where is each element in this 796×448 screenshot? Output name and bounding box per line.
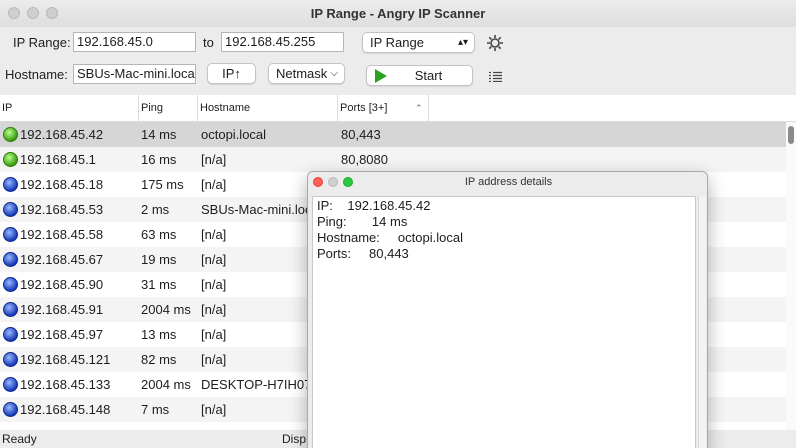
status-text: Ready: [2, 432, 37, 446]
window-titlebar: IP Range - Angry IP Scanner: [0, 0, 796, 27]
table-scrollbar-thumb[interactable]: [788, 126, 794, 144]
ip-details-dialog: IP address details IP: 192.168.45.42 Pin…: [307, 171, 708, 448]
column-header-ports-label: Ports [3+]: [340, 102, 388, 114]
ping-cell: 2004 ms: [141, 377, 191, 392]
ping-cell: 14 ms: [141, 127, 177, 142]
list-icon[interactable]: [489, 70, 502, 83]
detail-hostname-line: Hostname: octopi.local: [317, 230, 463, 245]
table-row[interactable]: 192.168.45.1 16 ms [n/a] 80,8080: [0, 147, 786, 172]
ping-cell: 16 ms: [141, 152, 177, 167]
close-window-button[interactable]: [8, 7, 20, 19]
dead-status-icon: [3, 377, 18, 392]
column-header-ping[interactable]: Ping: [139, 95, 198, 122]
window-title: IP Range - Angry IP Scanner: [310, 6, 486, 21]
ping-cell: 2 ms: [141, 202, 170, 217]
ip-cell: 192.168.45.91: [20, 302, 104, 317]
ping-cell: 31 ms: [141, 277, 177, 292]
dialog-title: IP address details: [464, 176, 553, 188]
chevron-down-icon: ⌵: [330, 68, 338, 79]
dialog-minimize-button[interactable]: [328, 177, 338, 187]
ip-cell: 192.168.45.97: [20, 327, 104, 342]
dead-status-icon: [3, 252, 18, 267]
gear-icon[interactable]: [486, 34, 504, 52]
netmask-select-value: Netmask: [276, 66, 328, 81]
details-text-area[interactable]: IP: 192.168.45.42 Ping: 14 ms Hostname: …: [312, 196, 696, 448]
ip-cell: 192.168.45.90: [20, 277, 104, 292]
dead-status-icon: [3, 302, 18, 317]
table-header: IP Ping Hostname Ports [3+] ⌃: [0, 95, 796, 122]
dead-status-icon: [3, 177, 18, 192]
dead-status-icon: [3, 277, 18, 292]
ip-cell: 192.168.45.18: [20, 177, 104, 192]
alive-status-icon: [3, 152, 18, 167]
to-label: to: [203, 35, 214, 50]
play-icon: [375, 69, 387, 83]
dead-status-icon: [3, 327, 18, 342]
zoom-window-button[interactable]: [46, 7, 58, 19]
details-scrollbar[interactable]: [698, 196, 706, 448]
column-header-ports[interactable]: Ports [3+] ⌃: [338, 95, 429, 122]
feeder-select-value: IP Range: [370, 35, 424, 50]
ping-cell: 7 ms: [141, 402, 170, 417]
netmask-select[interactable]: Netmask ⌵: [268, 63, 345, 84]
start-button-label: Start: [414, 68, 443, 83]
ping-cell: 63 ms: [141, 227, 177, 242]
column-header-ip[interactable]: IP: [0, 95, 139, 122]
ip-range-label: IP Range:: [13, 35, 71, 50]
ip-cell: 192.168.45.133: [20, 377, 111, 392]
ip-end-input[interactable]: 192.168.45.255: [221, 32, 344, 52]
ip-cell: 192.168.45.42: [20, 127, 104, 142]
status-display-text: Disp: [282, 432, 307, 446]
dead-status-icon: [3, 227, 18, 242]
hostname-label: Hostname:: [5, 67, 68, 82]
hostname-input[interactable]: SBUs-Mac-mini.local: [73, 64, 196, 84]
table-scrollbar[interactable]: [786, 122, 796, 430]
dead-status-icon: [3, 352, 18, 367]
detail-ip-line: IP: 192.168.45.42: [317, 198, 431, 213]
dialog-zoom-button[interactable]: [343, 177, 353, 187]
column-header-hostname[interactable]: Hostname: [198, 95, 338, 122]
detail-ports-line: Ports: 80,443: [317, 246, 409, 261]
ports-cell: 80,443: [341, 127, 381, 142]
ports-cell: 80,8080: [341, 152, 388, 167]
table-row[interactable]: 192.168.45.42 14 ms octopi.local 80,443: [0, 122, 786, 147]
ip-cell: 192.168.45.148: [20, 402, 111, 417]
ping-cell: 175 ms: [141, 177, 184, 192]
ip-cell: 192.168.45.67: [20, 252, 104, 267]
updown-chevron-icon: ▴▾: [457, 37, 468, 48]
alive-status-icon: [3, 127, 18, 142]
ip-cell: 192.168.45.53: [20, 202, 104, 217]
ping-cell: 82 ms: [141, 352, 177, 367]
start-button[interactable]: Start: [366, 65, 473, 86]
hostname-cell: octopi.local: [201, 127, 267, 142]
dialog-close-button[interactable]: [313, 177, 323, 187]
dead-status-icon: [3, 402, 18, 417]
hostname-cell: [n/a]: [201, 152, 227, 167]
ip-start-input[interactable]: 192.168.45.0: [73, 32, 196, 52]
ip-cell: 192.168.45.1: [20, 152, 96, 167]
ping-cell: 19 ms: [141, 252, 177, 267]
ip-cell: 192.168.45.58: [20, 227, 104, 242]
sort-ascending-icon: ⌃: [415, 103, 423, 113]
dead-status-icon: [3, 202, 18, 217]
toolbar: IP Range: 192.168.45.0 to 192.168.45.255…: [0, 27, 796, 95]
minimize-window-button[interactable]: [27, 7, 39, 19]
ping-cell: 13 ms: [141, 327, 177, 342]
detail-ping-line: Ping: 14 ms: [317, 214, 408, 229]
feeder-select[interactable]: IP Range ▴▾: [362, 32, 475, 53]
ip-cell: 192.168.45.121: [20, 352, 111, 367]
ping-cell: 2004 ms: [141, 302, 191, 317]
ip-up-button[interactable]: IP↑: [207, 63, 256, 84]
dialog-titlebar: IP address details: [308, 172, 707, 192]
